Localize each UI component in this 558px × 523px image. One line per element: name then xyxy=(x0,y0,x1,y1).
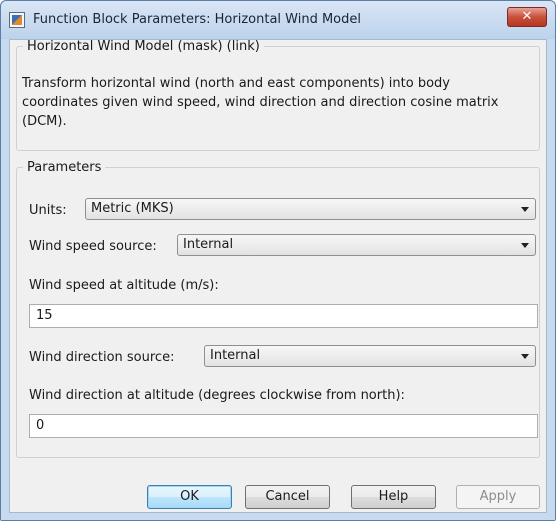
description-group-label: Horizontal Wind Model (mask) (link) xyxy=(27,39,260,54)
wind-direction-source-value: Internal xyxy=(210,348,261,363)
dialog-body: Horizontal Wind Model (mask) (link) Tran… xyxy=(9,39,547,513)
cancel-button[interactable]: Cancel xyxy=(245,485,330,509)
dialog-window: Function Block Parameters: Horizontal Wi… xyxy=(0,0,556,521)
parameters-group-label: Parameters xyxy=(27,160,102,175)
chevron-down-icon xyxy=(521,207,529,212)
wind-direction-source-dropdown[interactable]: Internal xyxy=(204,345,536,367)
close-button[interactable]: ✕ xyxy=(507,7,547,27)
units-dropdown-value: Metric (MKS) xyxy=(91,201,174,216)
wind-speed-source-label: Wind speed source: xyxy=(29,239,157,254)
units-label: Units: xyxy=(29,203,67,218)
help-button[interactable]: Help xyxy=(351,485,436,509)
window-title: Function Block Parameters: Horizontal Wi… xyxy=(33,12,361,27)
wind-direction-label: Wind direction at altitude (degrees cloc… xyxy=(29,388,405,403)
wind-speed-source-dropdown[interactable]: Internal xyxy=(177,234,536,256)
matlab-block-icon xyxy=(9,12,25,28)
chevron-down-icon xyxy=(521,354,529,359)
chevron-down-icon xyxy=(521,243,529,248)
ok-button[interactable]: OK xyxy=(147,485,232,509)
wind-speed-source-value: Internal xyxy=(183,237,234,252)
wind-speed-input[interactable]: 15 xyxy=(29,304,538,328)
description-text: Transform horizontal wind (north and eas… xyxy=(22,76,499,129)
wind-direction-input[interactable]: 0 xyxy=(29,414,538,438)
wind-speed-label: Wind speed at altitude (m/s): xyxy=(29,278,219,293)
wind-direction-source-label: Wind direction source: xyxy=(29,350,175,365)
title-bar[interactable]: Function Block Parameters: Horizontal Wi… xyxy=(1,1,555,39)
apply-button[interactable]: Apply xyxy=(456,485,540,509)
units-dropdown[interactable]: Metric (MKS) xyxy=(85,198,536,220)
